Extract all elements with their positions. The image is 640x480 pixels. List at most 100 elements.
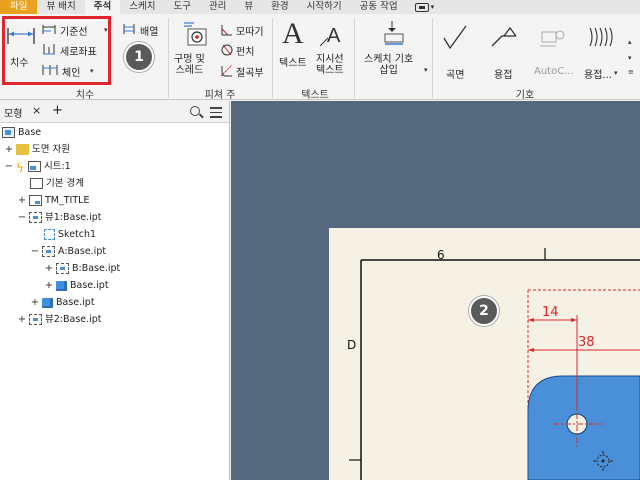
tab-annotate[interactable]: 주석	[84, 0, 121, 14]
tree-item-view1[interactable]: − 뷰1:Base.ipt	[17, 209, 102, 226]
tree-item-view-b[interactable]: + B:Base.ipt	[44, 260, 120, 277]
tab-manage[interactable]: 관리	[200, 0, 235, 14]
panel-divider	[354, 18, 355, 98]
sketch-icon	[44, 229, 55, 240]
collapse-icon[interactable]: −	[17, 209, 27, 226]
dimension-panel-label: 치수	[75, 90, 95, 101]
expand-icon[interactable]: +	[17, 311, 27, 328]
collapse-icon[interactable]: −	[4, 158, 14, 175]
expand-icon[interactable]: +	[44, 277, 54, 294]
text-panel-label: 텍스트	[301, 90, 329, 101]
panel-divider	[168, 18, 169, 98]
tree-item-part[interactable]: + Base.ipt	[30, 294, 95, 311]
tree-item-sheet[interactable]: − ϟ 시트:1	[4, 158, 71, 175]
bend-label: 절곡부	[236, 68, 264, 79]
tree-item-view2[interactable]: + 뷰2:Base.ipt	[17, 311, 102, 328]
part-icon	[42, 297, 53, 308]
tab-collaborate[interactable]: 공동 작업	[351, 0, 407, 14]
tab-view[interactable]: 뷰	[235, 0, 262, 14]
close-icon[interactable]: ×	[32, 104, 41, 117]
more-icon: ≡	[628, 68, 634, 76]
leader-text-label: 지시선 텍스트	[316, 54, 344, 76]
panel-toggle-icon	[414, 2, 429, 12]
collapse-icon[interactable]: −	[30, 243, 40, 260]
feature-notes-panel-label: 피쳐 주	[204, 90, 236, 101]
dimension-arrow	[528, 348, 534, 352]
tab-model[interactable]: 모형	[4, 105, 22, 120]
tree-item-label: Sketch1	[58, 229, 97, 240]
punch-label: 펀치	[236, 47, 255, 58]
chamfer-label: 모따기	[236, 27, 264, 38]
ribbon-display-toggle[interactable]: ▾	[414, 0, 435, 14]
arrange-icon	[123, 24, 135, 34]
sheet-icon	[28, 161, 41, 172]
browser-header: 모형 × +	[0, 101, 229, 123]
zone-letter: D	[347, 338, 356, 352]
expand-icon[interactable]: +	[30, 294, 40, 311]
weld-symbol-icon	[491, 26, 517, 47]
tab-place-views[interactable]: 뷰 배치	[37, 0, 84, 14]
menu-icon[interactable]	[210, 107, 222, 121]
sketch-symbol-icon	[384, 21, 404, 45]
frame-icon	[30, 178, 43, 189]
view-icon	[42, 246, 55, 257]
ribbon-tab-bar: 파일 뷰 배치 주석 스케치 도구 관리 뷰 환경 시작하기 공동 작업 ▾	[0, 0, 640, 14]
folder-icon	[16, 144, 29, 155]
chevron-down-icon: ▾	[628, 54, 632, 62]
dimension-arrow	[528, 318, 534, 322]
tree-item-title-block[interactable]: + TM_TITLE	[17, 192, 89, 209]
tree-item-label: TM_TITLE	[45, 195, 90, 206]
tab-get-started[interactable]: 시작하기	[298, 0, 351, 14]
bend-icon	[220, 64, 233, 77]
weld-bead-label: 용접...	[584, 70, 612, 81]
drawing-icon	[2, 127, 15, 138]
tab-environments[interactable]: 환경	[262, 0, 297, 14]
symbols-panel-label: 기호	[515, 90, 535, 101]
add-tab-icon[interactable]: +	[52, 103, 63, 118]
view-icon	[29, 314, 42, 325]
autocenter-label: AutoC...	[534, 66, 574, 77]
expand-icon[interactable]: +	[17, 192, 27, 209]
tree-item-view-a[interactable]: − A:Base.ipt	[30, 243, 106, 260]
expand-icon[interactable]: +	[4, 141, 14, 158]
section-view-icon	[56, 263, 69, 274]
surface-texture-label: 곡면	[446, 70, 465, 81]
hole-thread-icon	[184, 22, 207, 46]
weld-bead-icon	[589, 27, 613, 47]
tree-item-border[interactable]: 기본 경계	[30, 175, 84, 192]
tree-item-label: Base	[18, 127, 42, 138]
tree-item-sketch1[interactable]: Sketch1	[44, 226, 96, 243]
tree-item-label: 뷰2:Base.ipt	[45, 314, 102, 325]
tree-item-label: A:Base.ipt	[58, 246, 107, 257]
dimension-arrow	[571, 318, 577, 322]
tree-item-base[interactable]: Base	[2, 124, 41, 141]
dimension-panel-highlight	[2, 16, 111, 85]
text-label: 텍스트	[279, 58, 307, 69]
dimension-text-38: 38	[578, 335, 595, 350]
dimension-text-14: 14	[542, 305, 559, 320]
tree-item-label: 뷰1:Base.ipt	[45, 212, 102, 223]
search-icon[interactable]	[190, 106, 200, 116]
chevron-down-icon: ▾	[430, 3, 435, 11]
tab-tools[interactable]: 도구	[164, 0, 199, 14]
tab-file[interactable]: 파일	[0, 0, 38, 14]
tab-sketch[interactable]: 스케치	[120, 0, 164, 14]
tree-item-label: 도면 자원	[32, 144, 70, 155]
panel-divider	[432, 18, 433, 98]
tree-item-label: Base.ipt	[56, 297, 95, 308]
tree-item-part-nested[interactable]: + Base.ipt	[44, 277, 109, 294]
weld-label: 용접	[494, 70, 513, 81]
leader-text-icon: A	[319, 25, 341, 47]
tree-item-label: B:Base.ipt	[72, 263, 121, 274]
graphics-window[interactable]: 6 D 14 38 2	[231, 101, 640, 480]
chevron-down-icon: ▾	[614, 69, 618, 77]
expand-icon[interactable]: +	[44, 260, 54, 277]
drawing-view: 6 D 14 38	[347, 248, 640, 480]
chevron-down-icon: ▾	[424, 66, 428, 74]
step-badge-1: 1	[124, 42, 154, 72]
tree-item-label: 기본 경계	[46, 178, 84, 189]
tree-item-label: 시트:1	[44, 161, 71, 172]
tree-item-drawing-resources[interactable]: + 도면 자원	[4, 141, 70, 158]
autocenter-icon	[540, 30, 565, 47]
surface-texture-icon	[443, 25, 467, 50]
